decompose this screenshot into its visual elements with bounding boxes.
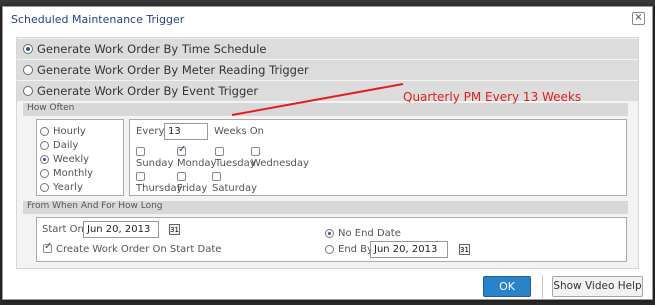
annotation-arrow-line [231,83,404,116]
annotation-text: Quarterly PM Every 13 Weeks [403,90,582,104]
